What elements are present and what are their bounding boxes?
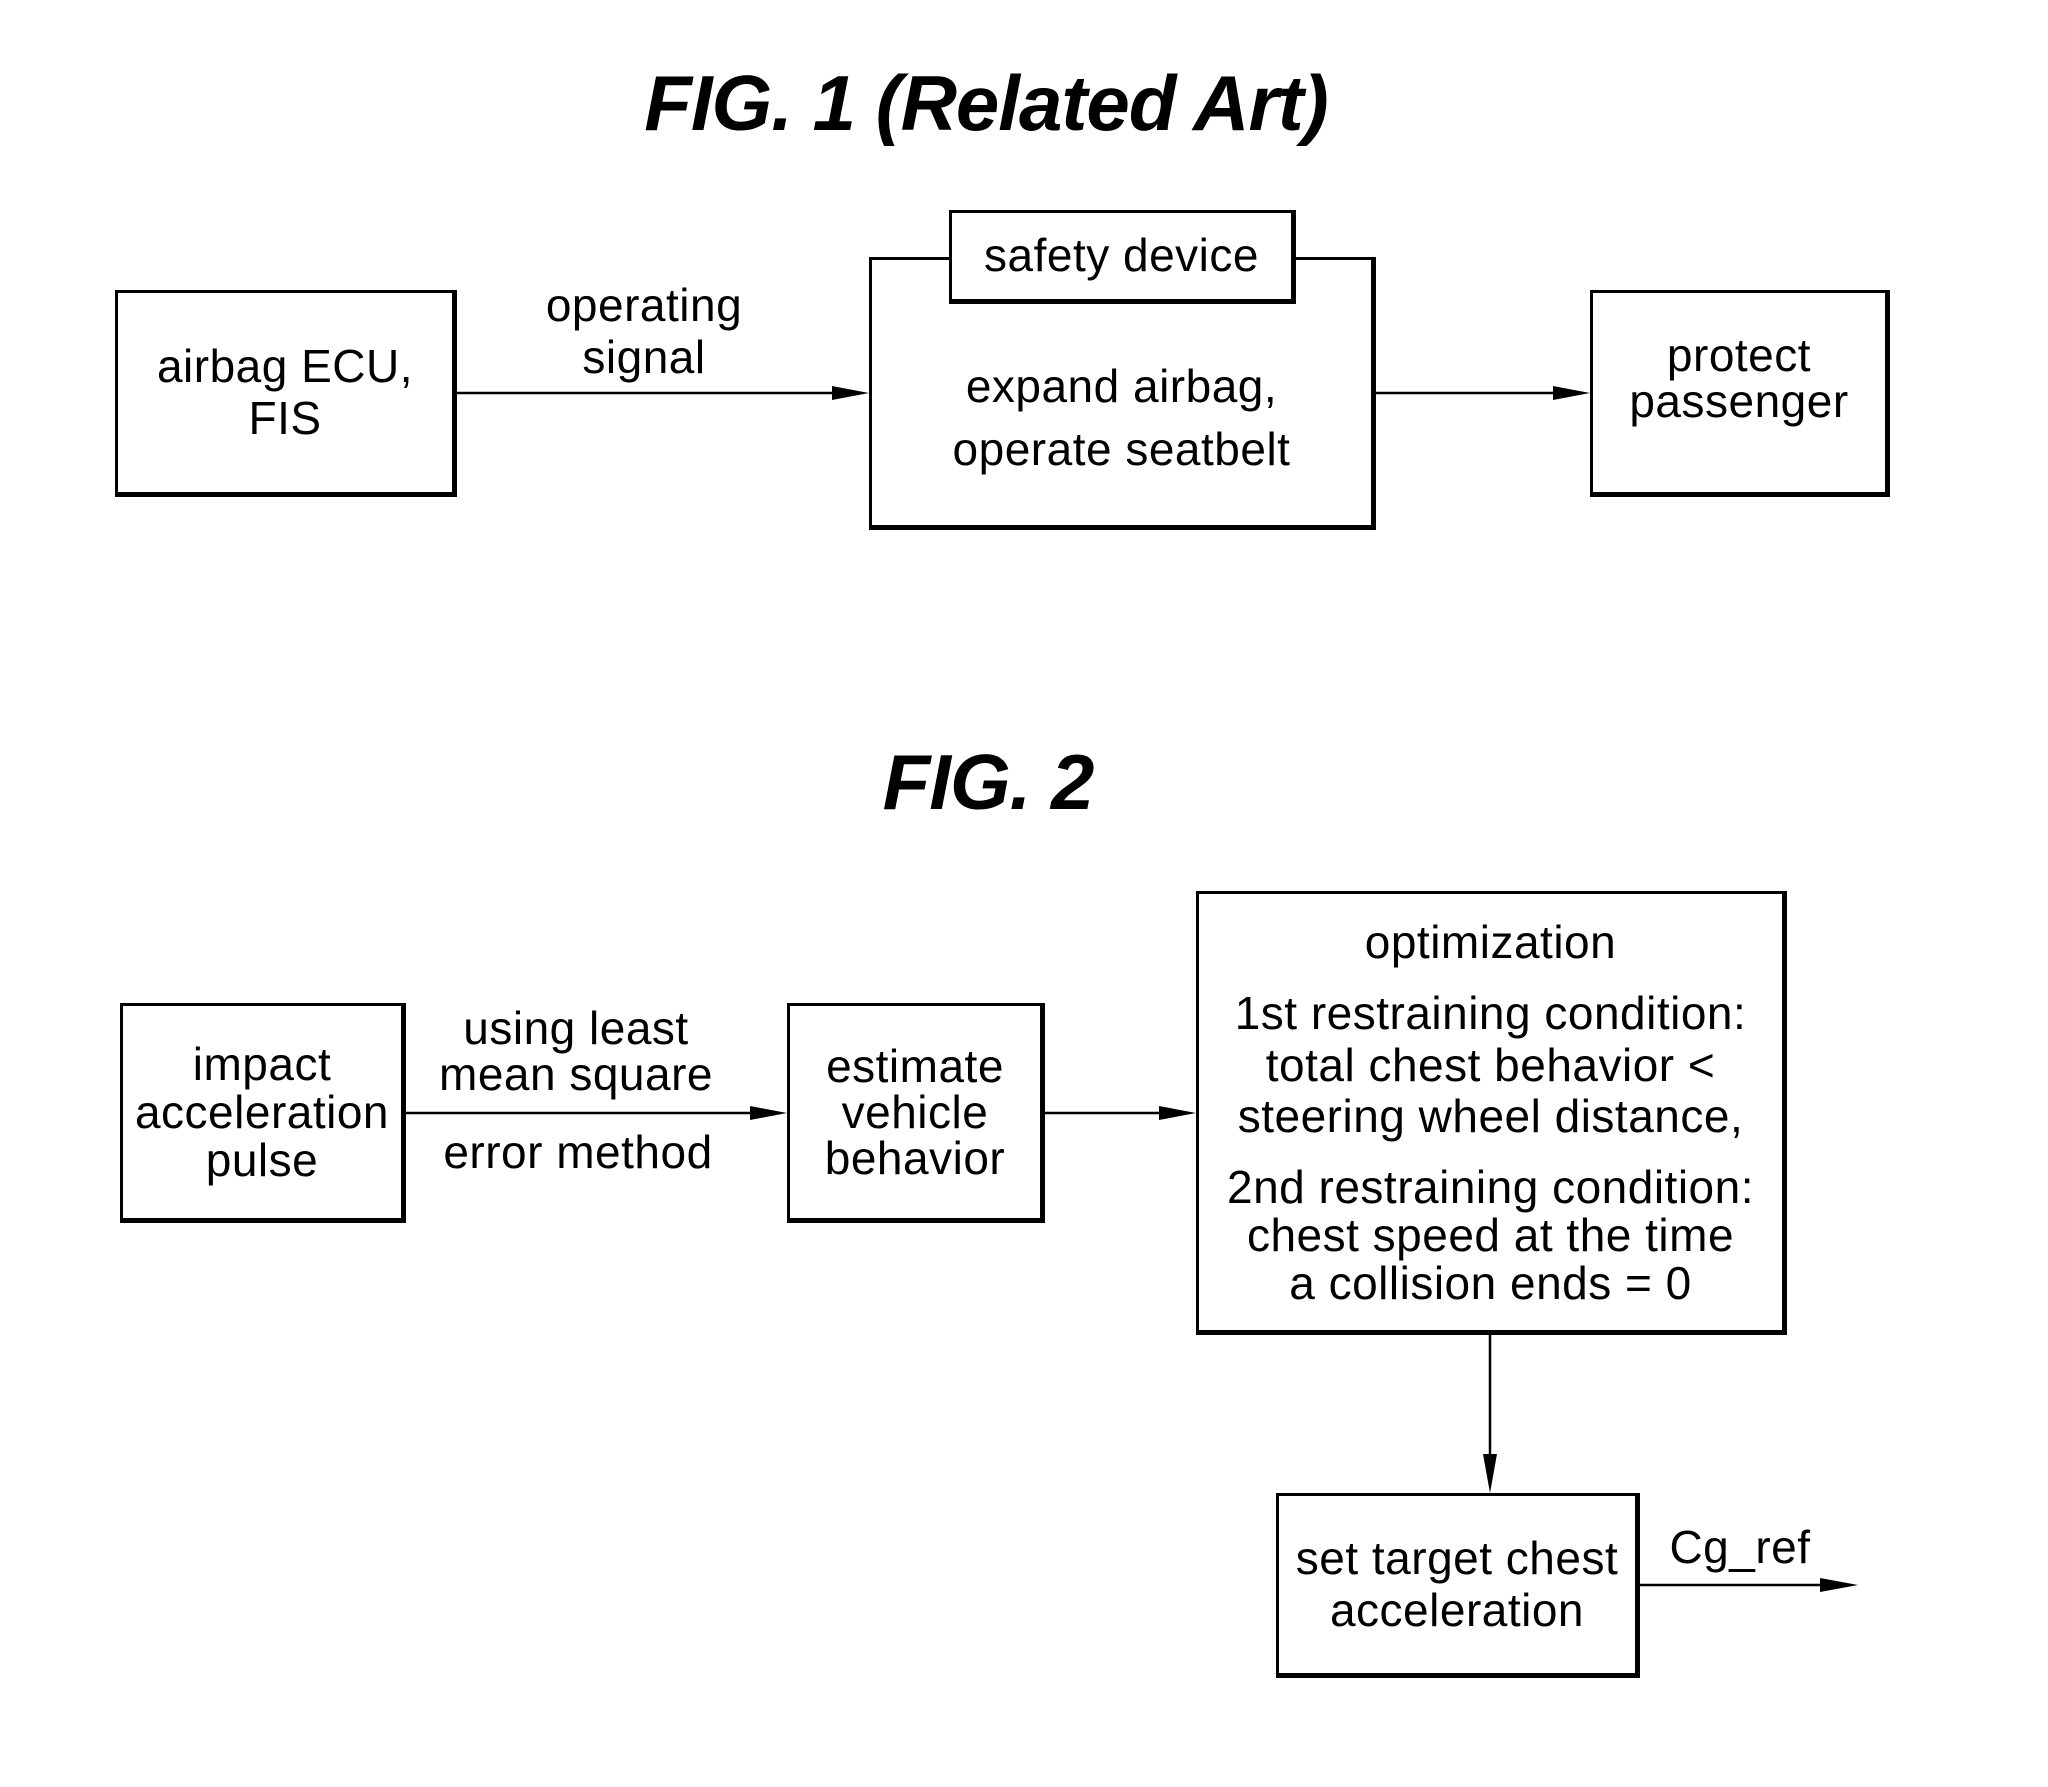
block-protect-passenger-line2: passenger [1629, 374, 1849, 427]
optimization-condition-2: 2nd restraining condition: chest speed a… [1227, 1160, 1754, 1310]
edge-label-operating-signal: operating signal [545, 279, 743, 383]
edge-label-lms-above: using least mean square [439, 1005, 713, 1097]
cond2-line3: a collision ends = 0 [1289, 1257, 1692, 1310]
block-estimate-line1: estimate [826, 1040, 1004, 1092]
cond2-line2: chest speed at the time [1246, 1208, 1735, 1261]
arrow-estimate-to-optimization [1045, 1106, 1196, 1120]
arrow-safety-to-protect [1376, 386, 1590, 400]
block-optimization: optimization 1st restraining condition: … [1196, 891, 1787, 1335]
block-airbag-ecu-line1: airbag ECU, [156, 339, 414, 392]
block-impact-line1: impact [192, 1037, 332, 1090]
block-set-target-line1: set target chest [1295, 1531, 1619, 1584]
block-impact-line3: pulse [205, 1134, 319, 1187]
fig1-title: FIG. 1 (Related Art) [644, 59, 1329, 147]
block-impact-acceleration-pulse: impact acceleration pulse [120, 1003, 406, 1223]
safety-device-label: safety device [984, 229, 1259, 282]
block-airbag-ecu-line2: FIS [248, 391, 322, 444]
block-protect-passenger: protect passenger [1590, 290, 1890, 497]
edge-label-operating-signal-line1: operating [545, 279, 743, 331]
edge-label-operating-signal-line2: signal [582, 330, 706, 383]
arrow-optimization-to-set-target [1483, 1335, 1497, 1493]
arrow-airbag-to-safety [457, 386, 869, 400]
block-estimate-vehicle-behavior: estimate vehicle behavior [787, 1003, 1045, 1223]
block-safety-device-line1: expand airbag, [965, 359, 1278, 412]
block-impact-line2: acceleration [134, 1085, 390, 1138]
block-estimate-line2: vehicle [841, 1086, 989, 1138]
cond1-line2: total chest behavior < [1265, 1038, 1716, 1091]
block-airbag-ecu: airbag ECU, FIS [115, 290, 457, 497]
block-safety-device-line2: operate seatbelt [952, 422, 1291, 475]
arrow-output-cg-ref [1640, 1578, 1858, 1592]
optimization-condition-1: 1st restraining condition: total chest b… [1235, 988, 1747, 1143]
edge-label-lms-line2: mean square [439, 1048, 713, 1100]
block-set-target-line2: acceleration [1329, 1583, 1585, 1636]
block-set-target-chest-acceleration: set target chest acceleration [1276, 1493, 1640, 1678]
edge-label-cg-ref: Cg_ref [1669, 1521, 1811, 1573]
safety-device-label-box: safety device [949, 210, 1296, 304]
cond2-line1: 2nd restraining condition: [1227, 1160, 1754, 1213]
block-estimate-line3: behavior [824, 1132, 1006, 1184]
cond1-line1: 1st restraining condition: [1234, 987, 1747, 1040]
edge-label-lms-below: error method [443, 1126, 713, 1178]
fig2-title: FIG. 2 [882, 738, 1095, 826]
optimization-heading: optimization [1364, 915, 1617, 968]
arrow-impact-to-estimate [406, 1106, 787, 1120]
edge-label-lms-line1: using least [463, 1002, 689, 1054]
cond1-line3: steering wheel distance, [1237, 1090, 1744, 1143]
block-protect-passenger-line1: protect [1666, 328, 1812, 381]
